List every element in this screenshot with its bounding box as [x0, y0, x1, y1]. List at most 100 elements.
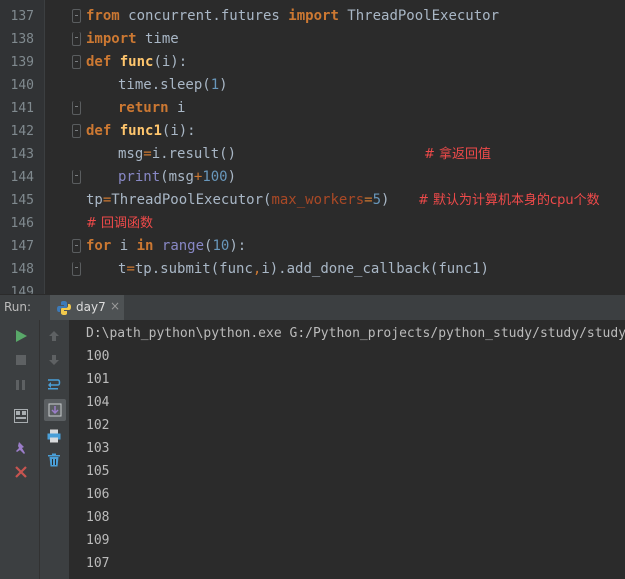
code-token: ):	[229, 238, 247, 254]
fold-marker-icon[interactable]	[72, 262, 81, 276]
line-number: 146	[10, 216, 34, 231]
arrow-down-icon[interactable]	[44, 350, 64, 370]
line-number: 139	[10, 55, 34, 70]
code-token: import	[288, 8, 339, 24]
line-number: 137	[10, 9, 34, 24]
console-output-line: 105	[86, 464, 110, 479]
line-number: 145	[10, 193, 34, 208]
code-editor[interactable]: 137 from concurrent.futures import Threa…	[0, 0, 625, 294]
code-line[interactable]: 147 for i in range(10):	[0, 235, 625, 258]
print-icon[interactable]	[44, 426, 64, 446]
code-token: 1	[210, 77, 220, 93]
code-token: =	[364, 192, 373, 208]
stop-icon[interactable]	[11, 350, 31, 370]
line-number: 142	[10, 124, 34, 139]
code-token: i.result()	[151, 146, 237, 162]
arrow-up-icon[interactable]	[44, 326, 64, 346]
code-line[interactable]: 141 return i	[0, 97, 625, 120]
code-line[interactable]: 149	[0, 281, 625, 294]
code-token: range	[161, 238, 205, 254]
trash-icon[interactable]	[44, 450, 64, 470]
code-token: import	[86, 31, 137, 47]
code-token: def	[86, 123, 112, 139]
run-tab-label: day7	[76, 300, 106, 314]
code-token: max_workers	[271, 192, 365, 208]
code-text: print(msg+100)	[118, 166, 236, 189]
console-output[interactable]: D:\path_python\python.exe G:/Python_proj…	[70, 320, 625, 579]
fold-marker-icon[interactable]	[72, 101, 81, 115]
code-token: for	[86, 238, 112, 254]
console-output-line: 108	[86, 510, 110, 525]
console-output-line: 103	[86, 441, 110, 456]
fold-marker-icon[interactable]	[72, 9, 81, 23]
code-line[interactable]: 144 print(msg+100)	[0, 166, 625, 189]
console-output-line: 104	[86, 395, 110, 410]
line-number: 149	[10, 285, 34, 294]
code-token: func1	[119, 123, 162, 139]
soft-wrap-icon[interactable]	[44, 374, 64, 394]
console-output-line: 109	[86, 533, 110, 548]
run-icon[interactable]	[11, 326, 31, 346]
code-line[interactable]: 140 time.sleep(1)	[0, 74, 625, 97]
code-line[interactable]: 143 msg=i.result() # 拿返回值	[0, 143, 625, 166]
console-command-line: D:\path_python\python.exe G:/Python_proj…	[86, 326, 625, 341]
code-token: 5	[372, 192, 382, 208]
code-token: func	[119, 54, 154, 70]
pin-icon[interactable]	[11, 438, 31, 458]
pause-icon[interactable]	[11, 375, 31, 395]
code-token: msg	[118, 146, 144, 162]
code-line[interactable]: 142 def func1(i):	[0, 120, 625, 143]
code-line[interactable]: 137 from concurrent.futures import Threa…	[0, 5, 625, 28]
code-text: t=tp.submit(func,i).add_done_callback(fu…	[118, 258, 489, 281]
code-token: =	[126, 261, 135, 277]
code-line[interactable]: 145 tp=ThreadPoolExecutor(max_workers=5)…	[0, 189, 625, 212]
line-number: 144	[10, 170, 34, 185]
code-token: concurrent.futures	[119, 8, 289, 24]
code-token: time.sleep(	[118, 77, 211, 93]
code-token: def	[86, 54, 112, 70]
run-panel: D:\path_python\python.exe G:/Python_proj…	[0, 320, 625, 579]
ide-window: 137 from concurrent.futures import Threa…	[0, 0, 625, 579]
code-comment: # 默认为计算机本身的cpu个数	[418, 193, 600, 208]
code-line[interactable]: 138 import time	[0, 28, 625, 51]
run-tab-day7[interactable]: day7 ×	[50, 295, 124, 320]
tab-close-icon[interactable]: ×	[110, 299, 120, 313]
code-token: in	[136, 238, 154, 254]
code-token: ThreadPoolExecutor	[338, 8, 500, 24]
fold-marker-icon[interactable]	[72, 124, 81, 138]
line-number: 138	[10, 32, 34, 47]
code-line[interactable]: 146 # 回调函数	[0, 212, 625, 235]
code-text: import time	[86, 28, 179, 51]
code-token: )	[227, 169, 237, 185]
code-token: i).add_done_callback(func1)	[261, 261, 489, 277]
code-token: tp.submit(func	[134, 261, 253, 277]
console-output-line: 107	[86, 556, 110, 571]
code-text: tp=ThreadPoolExecutor(max_workers=5)	[86, 189, 389, 212]
fold-marker-icon[interactable]	[72, 170, 81, 184]
code-line[interactable]: 139 def func(i):	[0, 51, 625, 74]
run-toolbar-primary	[0, 320, 40, 579]
fold-marker-icon[interactable]	[72, 55, 81, 69]
code-token: (i):	[153, 54, 188, 70]
console-output-line: 102	[86, 418, 110, 433]
line-number: 148	[10, 262, 34, 277]
line-number: 143	[10, 147, 34, 162]
close-icon[interactable]	[11, 462, 31, 482]
fold-marker-icon[interactable]	[72, 239, 81, 253]
scroll-to-end-icon[interactable]	[44, 399, 66, 421]
code-token: tp	[86, 192, 103, 208]
run-toolbar-secondary	[40, 320, 70, 579]
code-token: (i):	[161, 123, 196, 139]
code-text: for i in range(10):	[86, 235, 246, 258]
code-line[interactable]: 148 t=tp.submit(func,i).add_done_callbac…	[0, 258, 625, 281]
code-text: msg=i.result()	[118, 143, 236, 166]
code-token: time	[136, 31, 179, 47]
layout-icon[interactable]	[11, 406, 31, 426]
code-token: print	[118, 169, 161, 185]
code-comment: # 回调函数	[86, 216, 154, 231]
fold-marker-icon[interactable]	[72, 32, 81, 46]
code-token: i	[168, 100, 186, 116]
